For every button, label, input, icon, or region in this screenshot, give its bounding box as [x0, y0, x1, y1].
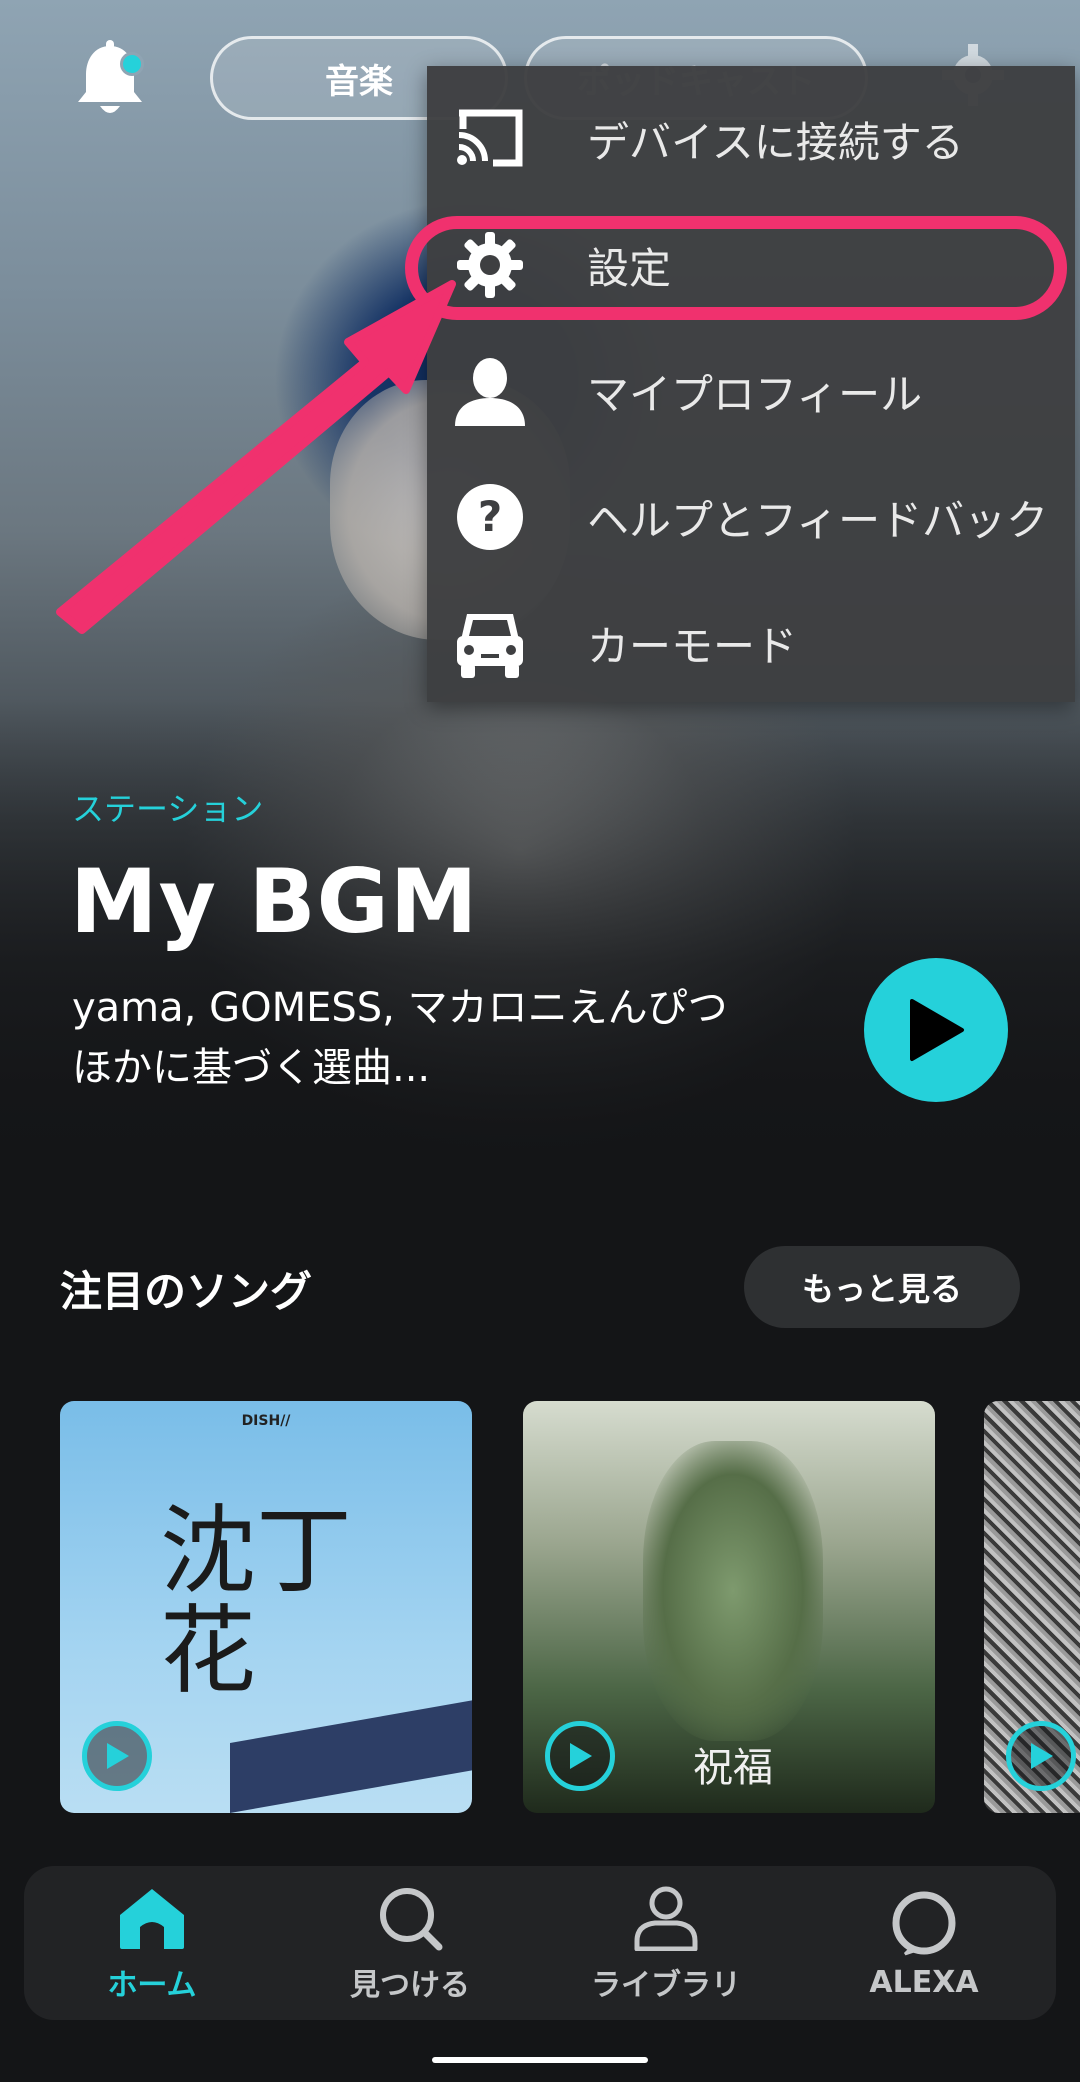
settings-highlight-annotation — [405, 216, 1067, 320]
system-home-indicator[interactable] — [432, 2057, 648, 2063]
station-title[interactable]: My BGM — [70, 850, 478, 953]
card-album-art-text: 祝福 — [693, 1745, 773, 1791]
nav-library[interactable]: ライブラリ — [566, 1866, 766, 2020]
nav-discover[interactable]: 見つける — [310, 1866, 510, 2020]
card-play-button[interactable] — [82, 1721, 152, 1791]
station-play-button[interactable] — [864, 958, 1008, 1102]
section-title-featured-songs: 注目のソング — [60, 1267, 313, 1316]
nav-label: ライブラリ — [591, 1968, 741, 2003]
song-card[interactable] — [984, 1401, 1080, 1813]
card-art-building — [230, 1690, 472, 1813]
menu-item-connect-device[interactable]: デバイスに接続する — [427, 76, 1075, 202]
card-play-button[interactable] — [1006, 1721, 1076, 1791]
alexa-icon — [888, 1887, 960, 1959]
card-album-art-text: 沈丁花 — [160, 1495, 352, 1707]
card-play-button[interactable] — [545, 1721, 615, 1791]
search-icon — [374, 1882, 446, 1954]
menu-item-label: デバイスに接続する — [587, 117, 964, 167]
help-icon: ? — [453, 480, 527, 554]
see-more-button[interactable]: もっと見る — [744, 1246, 1020, 1328]
notification-dot — [120, 52, 144, 76]
card-album-art — [643, 1441, 823, 1741]
svg-text:?: ? — [478, 492, 502, 541]
song-card[interactable]: 祝福 — [523, 1401, 935, 1813]
play-icon — [1031, 1743, 1053, 1769]
person-icon — [453, 354, 527, 428]
station-kind-label: ステーション — [72, 790, 264, 828]
menu-item-label: カーモード — [587, 621, 798, 671]
card-artist-logo: DISH// — [241, 1413, 291, 1429]
nav-label: ホーム — [107, 1968, 197, 2003]
menu-item-label: マイプロフィール — [587, 369, 923, 419]
car-icon — [453, 606, 527, 680]
home-icon — [116, 1882, 188, 1954]
song-card[interactable]: DISH// 沈丁花 — [60, 1401, 472, 1813]
bottom-navigation: ホーム 見つける ライブラリ ALEXA — [24, 1866, 1056, 2020]
menu-item-help-feedback[interactable]: ? ヘルプとフィードバック — [427, 454, 1075, 580]
nav-alexa[interactable]: ALEXA — [824, 1866, 1024, 2020]
menu-item-car-mode[interactable]: カーモード — [427, 580, 1075, 706]
nav-label: 見つける — [350, 1968, 470, 2003]
nav-label: ALEXA — [869, 1964, 979, 2000]
library-icon — [630, 1882, 702, 1954]
play-icon — [570, 1743, 592, 1769]
play-icon — [107, 1743, 129, 1769]
nav-home[interactable]: ホーム — [52, 1866, 252, 2020]
station-description: yama, GOMESS, マカロニえんぴつ ほかに基づく選曲... — [72, 985, 728, 1091]
play-icon — [910, 999, 964, 1061]
menu-item-my-profile[interactable]: マイプロフィール — [427, 328, 1075, 454]
cast-icon — [453, 102, 527, 176]
menu-item-label: ヘルプとフィードバック — [587, 495, 1049, 545]
overflow-menu: デバイスに接続する 設定 マイプロフィール ? ヘルプとフィードバック カーモー… — [427, 66, 1075, 702]
